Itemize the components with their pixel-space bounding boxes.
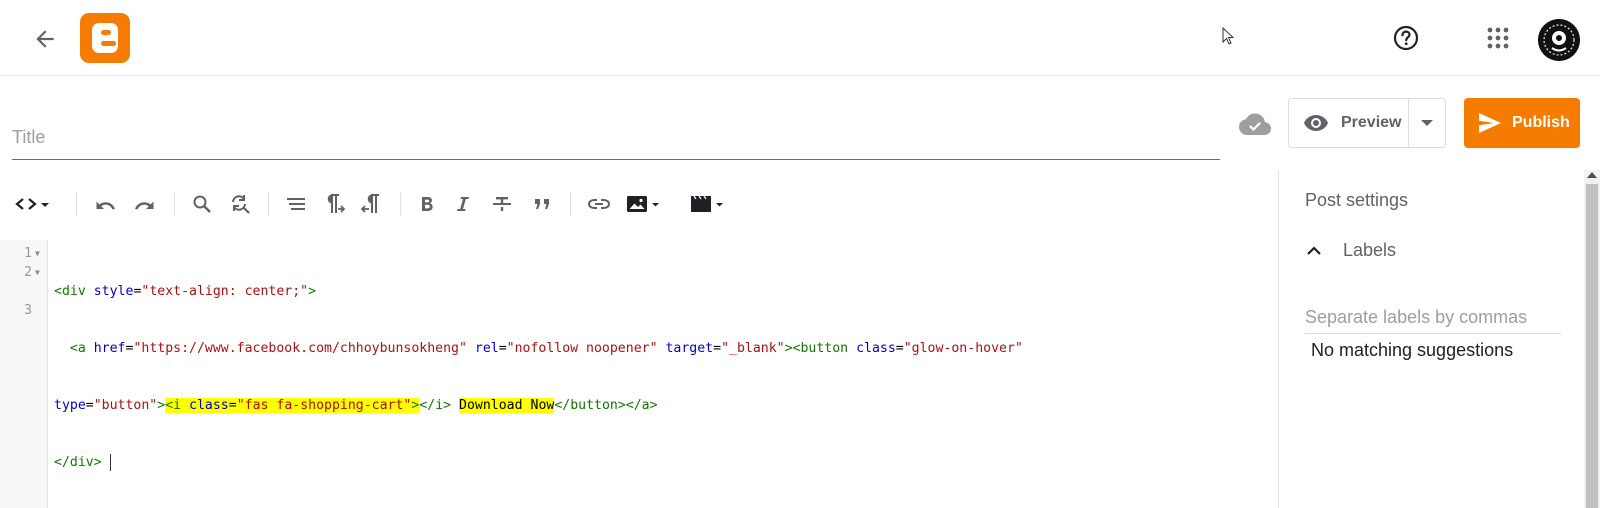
apps-grid-icon bbox=[1487, 27, 1509, 49]
rtl-paragraph-button[interactable] bbox=[358, 190, 386, 218]
italic-icon bbox=[457, 197, 469, 211]
blogger-post-editor: Preview Publish bbox=[0, 0, 1600, 508]
code-line: <a href="https://www.facebook.com/chhoyb… bbox=[69, 341, 1023, 356]
labels-title: Labels bbox=[1343, 239, 1397, 260]
find-icon bbox=[193, 195, 211, 213]
line-number-gutter: 1 ▼ 2 ▼ 3 bbox=[0, 240, 48, 508]
toolbar-divider bbox=[76, 192, 77, 216]
line-number: 2 ▼ bbox=[24, 265, 40, 280]
no-matching-suggestions: No matching suggestions bbox=[1311, 340, 1514, 360]
post-settings-panel: Post settings Labels No matching suggest… bbox=[1278, 170, 1584, 508]
post-settings-title: Post settings bbox=[1305, 190, 1409, 210]
insert-image-icon bbox=[627, 196, 659, 212]
fold-arrow-icon[interactable]: ▼ bbox=[35, 268, 40, 277]
help-circle-icon bbox=[1393, 25, 1419, 51]
blogger-logo-icon[interactable] bbox=[80, 13, 130, 63]
labels-section-toggle[interactable]: Labels bbox=[1307, 236, 1396, 264]
find-button[interactable] bbox=[188, 190, 216, 218]
toolbar-divider bbox=[174, 192, 175, 216]
back-button[interactable] bbox=[28, 22, 62, 56]
labels-input[interactable] bbox=[1305, 302, 1561, 334]
redo-icon bbox=[135, 201, 154, 210]
scroll-up-arrow-icon[interactable] bbox=[1587, 172, 1597, 178]
html-view-toggle-button[interactable] bbox=[14, 190, 54, 218]
find-replace-button[interactable] bbox=[226, 190, 254, 218]
editor-toolbar bbox=[0, 186, 1278, 222]
rtl-paragraph-icon bbox=[361, 194, 379, 213]
insert-image-button[interactable] bbox=[624, 190, 664, 218]
strikethrough-icon bbox=[493, 197, 511, 211]
format-html-icon bbox=[287, 198, 305, 210]
ltr-paragraph-icon bbox=[327, 194, 345, 213]
eye-icon bbox=[1304, 115, 1328, 131]
code-line-wrapped: type="button"><i class="fas fa-shopping-… bbox=[54, 398, 658, 413]
toolbar-divider bbox=[570, 192, 571, 216]
send-icon bbox=[1479, 113, 1501, 133]
cloud-done-icon bbox=[1238, 110, 1272, 138]
insert-video-button[interactable] bbox=[688, 190, 728, 218]
link-icon bbox=[588, 199, 610, 209]
text-caret bbox=[109, 453, 111, 471]
scrollbar-thumb[interactable] bbox=[1586, 184, 1598, 508]
code-content[interactable]: <div style="text-align: center;"> <a hre… bbox=[54, 244, 1264, 508]
redo-button[interactable] bbox=[130, 190, 158, 218]
arrow-back-icon bbox=[36, 30, 54, 48]
vertical-scrollbar[interactable] bbox=[1584, 170, 1600, 508]
highlighted-download-text: Download Now bbox=[459, 398, 555, 413]
bold-icon bbox=[422, 197, 433, 211]
top-app-bar bbox=[0, 0, 1600, 76]
ltr-paragraph-button[interactable] bbox=[320, 190, 348, 218]
italic-button[interactable] bbox=[450, 190, 476, 218]
account-avatar[interactable] bbox=[1538, 19, 1580, 61]
toolbar-divider bbox=[400, 192, 401, 216]
format-html-button[interactable] bbox=[282, 190, 310, 218]
publish-label: Publish bbox=[1512, 114, 1570, 131]
help-button[interactable] bbox=[1388, 20, 1424, 56]
google-apps-button[interactable] bbox=[1480, 20, 1516, 56]
mouse-pointer-icon bbox=[1222, 26, 1236, 47]
toolbar-divider bbox=[268, 192, 269, 216]
undo-button[interactable] bbox=[92, 190, 120, 218]
html-code-editor[interactable]: 1 ▼ 2 ▼ 3 <div style="text-align: center;"… bbox=[0, 240, 1278, 508]
publish-button[interactable]: Publish bbox=[1464, 98, 1580, 148]
undo-icon bbox=[96, 201, 115, 210]
find-replace-icon bbox=[232, 195, 250, 214]
quote-icon bbox=[535, 199, 549, 209]
arrow-drop-down-icon bbox=[1421, 119, 1433, 126]
html-view-toggle-icon bbox=[15, 198, 49, 210]
line-number: 3 bbox=[24, 303, 32, 318]
link-button[interactable] bbox=[584, 190, 614, 218]
strikethrough-button[interactable] bbox=[488, 190, 516, 218]
bold-button[interactable] bbox=[414, 190, 440, 218]
preview-dropdown-button[interactable] bbox=[1409, 99, 1445, 147]
post-title-input[interactable] bbox=[12, 118, 1220, 160]
quote-button[interactable] bbox=[528, 190, 556, 218]
code-line: <div style="text-align: center;"> bbox=[54, 284, 317, 299]
preview-button-group: Preview bbox=[1288, 98, 1446, 148]
code-line: </div> bbox=[54, 453, 1264, 472]
highlighted-icon-tag: <i class="fas fa-shopping-cart"> bbox=[165, 398, 420, 413]
insert-video-icon bbox=[691, 195, 723, 212]
line-number: 1 ▼ bbox=[24, 246, 40, 261]
preview-label: Preview bbox=[1341, 114, 1402, 131]
preview-button[interactable]: Preview bbox=[1289, 99, 1409, 147]
fold-arrow-icon[interactable]: ▼ bbox=[35, 249, 40, 258]
chevron-up-icon bbox=[1307, 245, 1321, 255]
